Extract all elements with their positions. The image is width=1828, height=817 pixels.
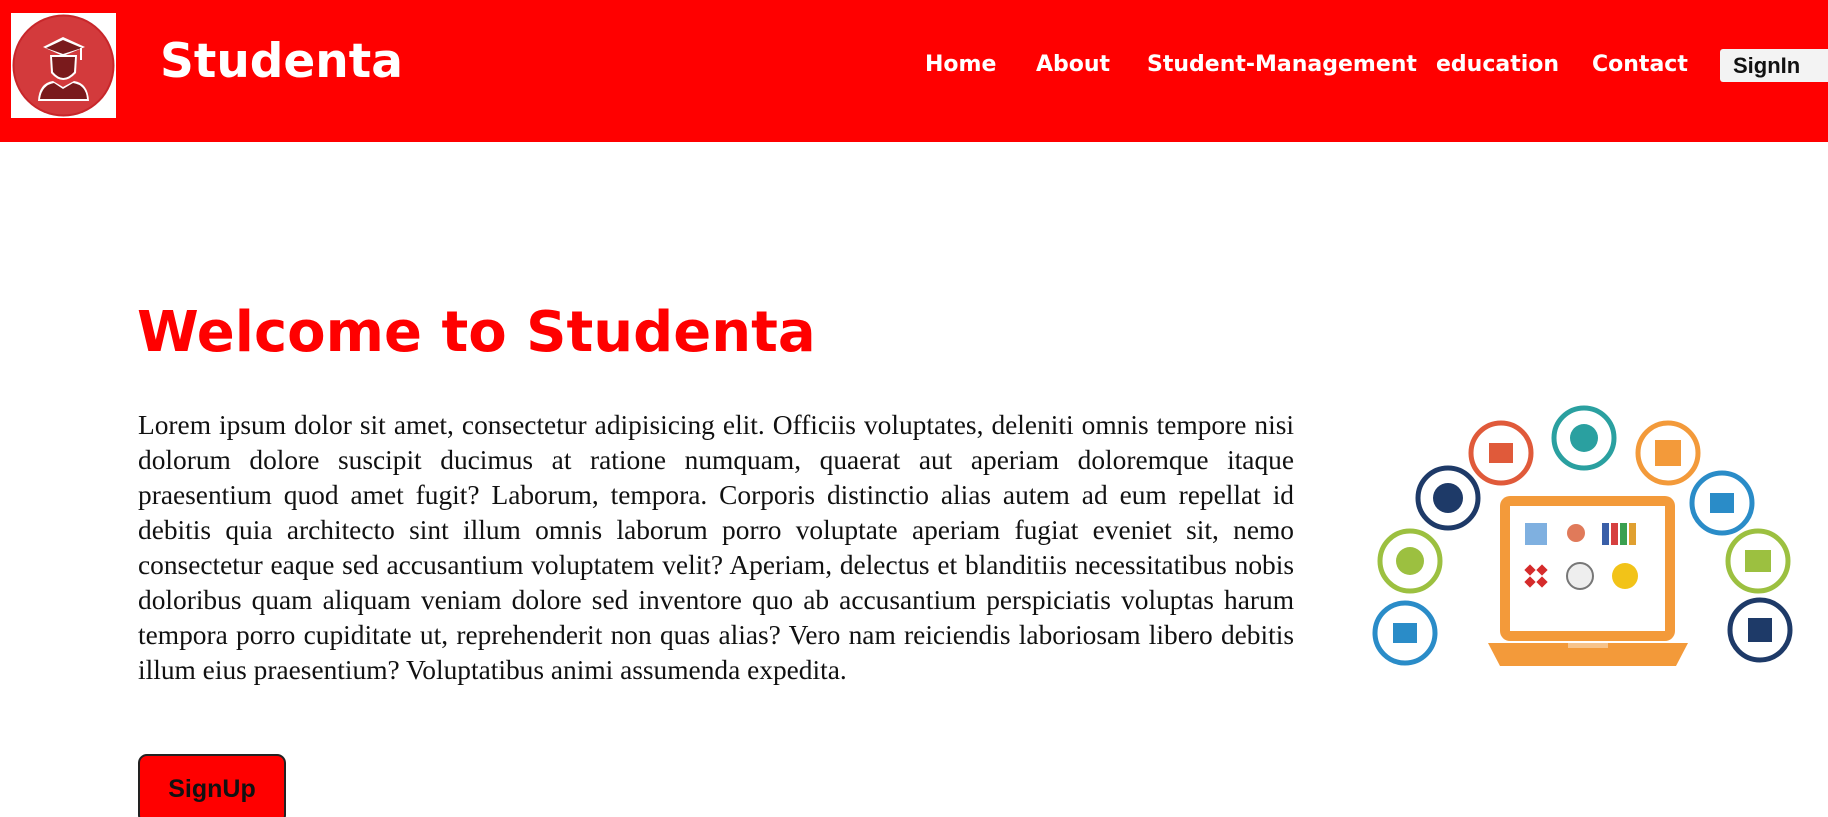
intro-paragraph: Lorem ipsum dolor sit amet, consectetur …	[138, 410, 1294, 685]
student-management-laptop-illustration	[1372, 405, 1793, 666]
nav-item-contact[interactable]: Contact	[1592, 50, 1688, 80]
page: Studenta Home About Student-Management e…	[0, 0, 1828, 817]
signup-button[interactable]: SignUp	[138, 754, 286, 817]
site-header: Studenta Home About Student-Management e…	[0, 0, 1828, 142]
nav-item-about[interactable]: About	[1036, 50, 1110, 80]
logo[interactable]	[11, 13, 116, 118]
nav-item-home[interactable]: Home	[925, 50, 996, 80]
nav-item-student-management[interactable]: Student-Management	[1147, 50, 1417, 80]
graduate-student-icon	[12, 14, 115, 117]
signin-button[interactable]: SignIn	[1720, 49, 1828, 82]
student-management-illustration	[1350, 398, 1828, 688]
nav-item-education[interactable]: education	[1436, 50, 1559, 80]
page-title: Welcome to Studenta	[137, 300, 816, 365]
brand-name[interactable]: Studenta	[160, 34, 403, 89]
